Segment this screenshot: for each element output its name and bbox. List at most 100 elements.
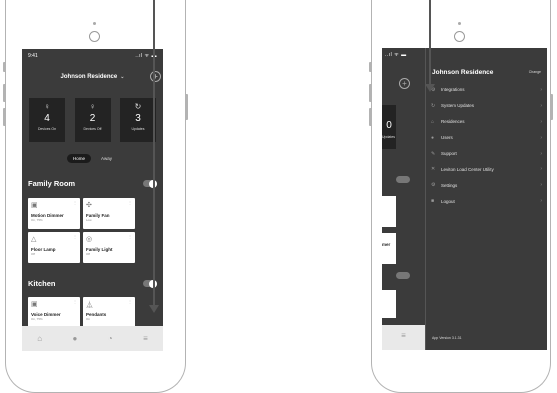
volume-up-button (3, 84, 6, 102)
room-header-family: Family Room (22, 179, 163, 188)
menu-item-label: Users (441, 135, 453, 141)
light-icon: ◎ (86, 236, 93, 243)
menu-icon[interactable]: ≡ (143, 334, 148, 343)
side-menu: Johnson Residence Change ⚙ Integrations … (425, 48, 547, 350)
mode-away-button[interactable]: Away (95, 154, 118, 163)
menu-item-label: Leviton Load Center Utility (441, 166, 494, 172)
dimmer-icon: ▣ (31, 202, 38, 209)
more-icon[interactable]: ⋮ (128, 234, 132, 239)
stat-devices-on[interactable]: ♀ 4 Devices On (29, 98, 65, 142)
lamp-icon: △ (31, 236, 37, 243)
menu-item-support[interactable]: ✎ Support › (426, 146, 547, 162)
stat-devices-off[interactable]: ♀ 2 Devices Off (74, 98, 111, 142)
front-camera-icon (454, 31, 465, 42)
more-icon[interactable]: ⋮ (73, 299, 77, 304)
menu-header: Johnson Residence Change (426, 48, 547, 82)
settings-icon: ⚙ (431, 182, 436, 189)
mute-switch (3, 62, 6, 72)
stat-label: Updates (382, 135, 396, 139)
menu-item-label: Residences (441, 119, 465, 125)
device-status: On, 75% (31, 218, 43, 222)
menu-item-integrations[interactable]: ⚙ Integrations › (426, 82, 547, 98)
stat-label: Updates (131, 127, 145, 131)
chevron-right-icon: › (540, 86, 542, 93)
room-title: Family Room (28, 179, 76, 188)
chevron-right-icon: › (540, 150, 542, 157)
signal-icon: ..ıl ᯤ ▬ (385, 52, 407, 58)
bulb-off-icon: ♀ (89, 102, 96, 111)
menu-item-label: Logout (441, 198, 455, 204)
menu-item-users[interactable]: ● Users › (426, 130, 547, 146)
stats-row: ♀ 4 Devices On ♀ 2 Devices Off ↻ 3 Updat… (22, 98, 163, 142)
status-bar: 9:41 ..ıl ᯤ ▬ (22, 49, 163, 63)
users-icon: ● (431, 134, 435, 141)
menu-item-logout[interactable]: ■ Logout › (426, 193, 547, 209)
power-button (185, 94, 188, 120)
kitchen-devices: ▣ Voice Dimmer On, 75% ⋮ ⏅ Pendants On ⋮ (22, 297, 163, 328)
residence-title: Johnson Residence (432, 68, 494, 76)
device-tile[interactable]: ▣ Motion Dimmer On, 75% ⋮ (28, 198, 80, 229)
residence-title: Johnson Residence (60, 74, 118, 80)
add-icon[interactable]: + (399, 78, 410, 89)
menu-icon[interactable]: ≡ (382, 325, 425, 350)
stat-label: Devices Off (83, 127, 102, 131)
volume-down-button (369, 108, 372, 126)
menu-item-residences[interactable]: ⌂ Residences › (426, 114, 547, 130)
add-icon[interactable]: + (150, 71, 161, 82)
pointer-arrow-line (153, 0, 155, 306)
mode-toggle: Home Away (22, 154, 163, 163)
room-toggle[interactable] (396, 272, 410, 279)
chevron-right-icon: › (540, 182, 542, 189)
mode-home-button[interactable]: Home (67, 154, 92, 163)
room-toggle[interactable] (396, 176, 410, 183)
chevron-right-icon: › (540, 134, 542, 141)
stat-value: 2 (89, 113, 96, 124)
volume-up-button (369, 84, 372, 102)
device-tile-partial[interactable] (382, 290, 396, 318)
refresh-icon: ↻ (134, 102, 142, 111)
stat-updates[interactable]: ↻ 3 Updates (120, 98, 156, 142)
stat-value: 4 (44, 113, 50, 124)
pointer-arrow-head (425, 84, 435, 92)
speaker-dot (458, 22, 461, 25)
chevron-right-icon: › (540, 198, 542, 205)
more-icon[interactable]: ⋮ (73, 234, 77, 239)
device-tile[interactable]: ▣ Voice Dimmer On, 75% ⋮ (28, 297, 80, 328)
volume-down-button (3, 108, 6, 126)
more-icon[interactable]: ⋮ (128, 200, 132, 205)
menu-item-label: System Updates (441, 103, 475, 109)
device-status: Low (86, 218, 92, 222)
device-tile-partial[interactable] (382, 196, 396, 227)
menu-item-label: Settings (441, 182, 458, 188)
scenes-icon[interactable]: ● (73, 334, 78, 343)
dimmed-home-panel: ..ıl ᯤ ▬ + 0 Updates mer ≡ (382, 48, 425, 350)
device-tile[interactable]: ✣ Family Fan Low ⋮ (83, 198, 135, 229)
more-icon[interactable]: ⋮ (73, 200, 77, 205)
device-tile[interactable]: △ Floor Lamp Off ⋮ (28, 232, 80, 263)
front-camera-icon (89, 31, 100, 42)
menu-item-label: Support (441, 151, 457, 156)
menu-item-load-center[interactable]: ✕ Leviton Load Center Utility › (426, 161, 547, 177)
device-status: On, 75% (31, 317, 43, 321)
stat-label: Devices On (37, 127, 57, 131)
home-icon[interactable]: ⌂ (37, 334, 42, 343)
menu-screen: ..ıl ᯤ ▬ + 0 Updates mer ≡ Johnson Resid… (382, 48, 547, 350)
fan-icon: ✣ (86, 202, 92, 209)
residence-selector[interactable]: Johnson Residence ⌄ + (22, 63, 163, 91)
room-header-kitchen: Kitchen (22, 279, 163, 288)
stat-value: 3 (135, 113, 141, 124)
change-residence-link[interactable]: Change (529, 70, 541, 74)
device-tile[interactable]: ◎ Family Light Off ⋮ (83, 232, 135, 263)
room-title: Kitchen (28, 279, 56, 288)
schedule-icon[interactable]: ◔ (108, 334, 113, 343)
pointer-arrow-line (429, 0, 431, 85)
power-button (550, 94, 553, 120)
bulb-on-icon: ♀ (44, 102, 50, 111)
chevron-right-icon: › (540, 118, 542, 125)
menu-item-system-updates[interactable]: ↻ System Updates › (426, 98, 547, 114)
logout-icon: ■ (431, 198, 435, 205)
device-tile-partial[interactable]: mer (382, 233, 396, 264)
device-tile[interactable]: ⏅ Pendants On ⋮ (83, 297, 135, 328)
menu-item-settings[interactable]: ⚙ Settings › (426, 177, 547, 193)
more-icon[interactable]: ⋮ (128, 299, 132, 304)
